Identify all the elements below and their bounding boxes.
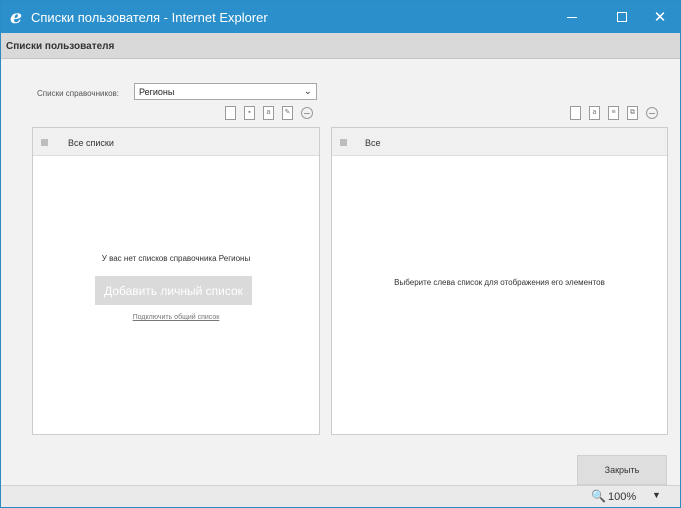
select-all-checkbox[interactable]	[41, 139, 48, 146]
close-button[interactable]: Закрыть	[577, 455, 667, 485]
internet-explorer-icon: e	[10, 6, 23, 28]
new-document-icon	[570, 106, 581, 120]
dictionary-select-label: Списки справочников:	[37, 89, 119, 98]
status-bar: 🔍 100% ▼	[1, 485, 680, 507]
new-list-button[interactable]	[223, 105, 238, 121]
minimize-button[interactable]	[552, 1, 592, 33]
chevron-down-icon: ⌄	[303, 86, 312, 97]
rename-list-button[interactable]: a	[261, 105, 276, 121]
properties-item-button[interactable]: ≡	[606, 105, 621, 121]
rename-item-button[interactable]: a	[587, 105, 602, 121]
new-item-button[interactable]	[568, 105, 583, 121]
save-document-icon: ▪	[244, 106, 255, 120]
close-icon: ✕	[653, 9, 667, 26]
lists-panel: Все списки У вас нет списков справочника…	[32, 127, 320, 435]
properties-document-icon: ≡	[608, 106, 619, 120]
delete-item-button[interactable]	[644, 105, 659, 121]
select-list-hint: Выберите слева список для отображения ег…	[394, 278, 605, 287]
edit-list-button[interactable]: ✎	[280, 105, 295, 121]
window-title: Списки пользователя - Internet Explorer	[31, 10, 268, 25]
page-title: Списки пользователя	[6, 41, 115, 52]
delete-list-button[interactable]	[299, 105, 314, 121]
minimize-icon	[567, 16, 577, 18]
select-all-checkbox[interactable]	[340, 139, 347, 146]
save-list-button[interactable]: ▪	[242, 105, 257, 121]
rename-document-icon: a	[263, 106, 274, 120]
remove-circle-icon	[645, 107, 658, 119]
maximize-icon	[617, 12, 627, 22]
empty-lists-message: У вас нет списков справочника Регионы	[101, 254, 251, 263]
copy-item-button[interactable]: ⧉	[625, 105, 640, 121]
dictionary-select[interactable]: Регионы ⌄	[134, 83, 317, 100]
zoom-icon[interactable]: 🔍	[591, 489, 606, 503]
items-panel-header: Все	[332, 128, 667, 156]
items-panel: Все Выберите слева список для отображени…	[331, 127, 668, 435]
page-header: Списки пользователя	[1, 33, 680, 59]
right-toolbar: a ≡ ⧉	[568, 105, 659, 123]
ie-window: e Списки пользователя - Internet Explore…	[0, 0, 681, 508]
rename-document-icon: a	[589, 106, 600, 120]
new-document-icon	[225, 106, 236, 120]
lists-panel-title: Все списки	[68, 138, 114, 148]
copy-document-icon: ⧉	[627, 106, 638, 120]
connect-shared-list-link[interactable]: Подключить общий список	[33, 314, 319, 321]
main-content: Списки справочников: Регионы ⌄ ▪ a ✎ a ≡…	[1, 60, 680, 485]
title-bar[interactable]: e Списки пользователя - Internet Explore…	[1, 1, 680, 33]
add-personal-list-button[interactable]: Добавить личный список	[95, 276, 252, 305]
close-window-button[interactable]: ✕	[640, 1, 680, 33]
edit-document-icon: ✎	[282, 106, 293, 120]
items-panel-title: Все	[365, 138, 381, 148]
left-toolbar: ▪ a ✎	[223, 105, 314, 123]
zoom-level[interactable]: 100%	[608, 491, 636, 503]
maximize-button[interactable]	[602, 1, 642, 33]
zoom-dropdown-icon[interactable]: ▼	[652, 490, 661, 500]
dictionary-select-value: Регионы	[139, 87, 175, 97]
remove-circle-icon	[300, 107, 313, 119]
lists-panel-header: Все списки	[33, 128, 319, 156]
